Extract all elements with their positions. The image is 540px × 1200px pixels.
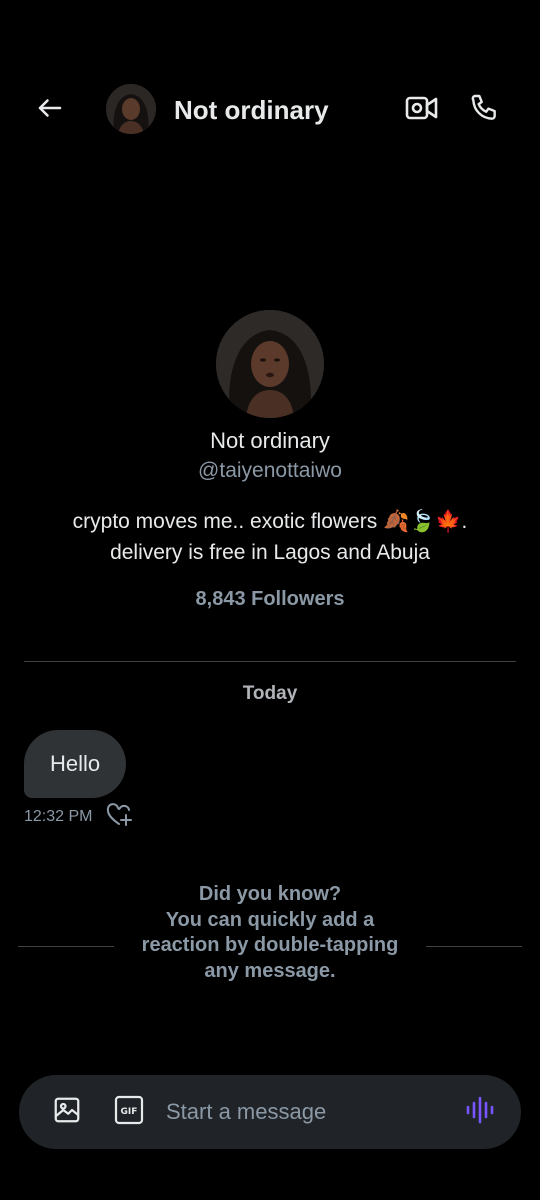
header-avatar[interactable] xyxy=(106,84,156,134)
conversation-title: Not ordinary xyxy=(174,95,329,125)
heart-plus-icon xyxy=(106,802,134,833)
arrow-left-icon xyxy=(35,93,65,128)
tip-divider-left xyxy=(18,946,114,947)
date-separator: Today xyxy=(242,683,298,704)
profile-name: Not ordinary xyxy=(210,428,330,453)
add-gif-button[interactable]: GIF xyxy=(108,1090,150,1134)
video-camera-icon xyxy=(405,93,439,128)
message-text: Hello xyxy=(50,751,101,776)
message-bubble[interactable]: Hello xyxy=(24,730,127,798)
video-call-button[interactable] xyxy=(400,88,444,132)
svg-text:GIF: GIF xyxy=(121,1107,138,1117)
voice-waveform-icon xyxy=(465,1095,495,1130)
followers-count[interactable]: 8,843 Followers xyxy=(0,584,540,614)
profile-bio: crypto moves me.. exotic flowers 🍂🍃🍁. de… xyxy=(72,510,468,564)
back-button[interactable] xyxy=(28,88,72,132)
phone-icon xyxy=(468,92,500,129)
add-reaction-button[interactable] xyxy=(106,802,134,833)
message-input[interactable] xyxy=(166,1090,436,1134)
audio-call-button[interactable] xyxy=(462,88,506,132)
profile-avatar[interactable] xyxy=(216,310,324,418)
tip-title: Did you know? xyxy=(198,883,342,905)
divider xyxy=(24,661,516,662)
tip-divider-right xyxy=(426,946,522,947)
gif-icon: GIF xyxy=(114,1095,144,1130)
profile-handle: @taiyenottaiwo xyxy=(198,459,342,482)
image-icon xyxy=(52,1095,82,1130)
tip-body: You can quickly add a reaction by double… xyxy=(141,908,399,982)
message-timestamp: 12:32 PM xyxy=(24,808,93,825)
reaction-tip: Did you know? You can quickly add a reac… xyxy=(140,882,400,984)
add-media-button[interactable] xyxy=(46,1090,88,1134)
voice-message-button[interactable] xyxy=(458,1090,502,1134)
